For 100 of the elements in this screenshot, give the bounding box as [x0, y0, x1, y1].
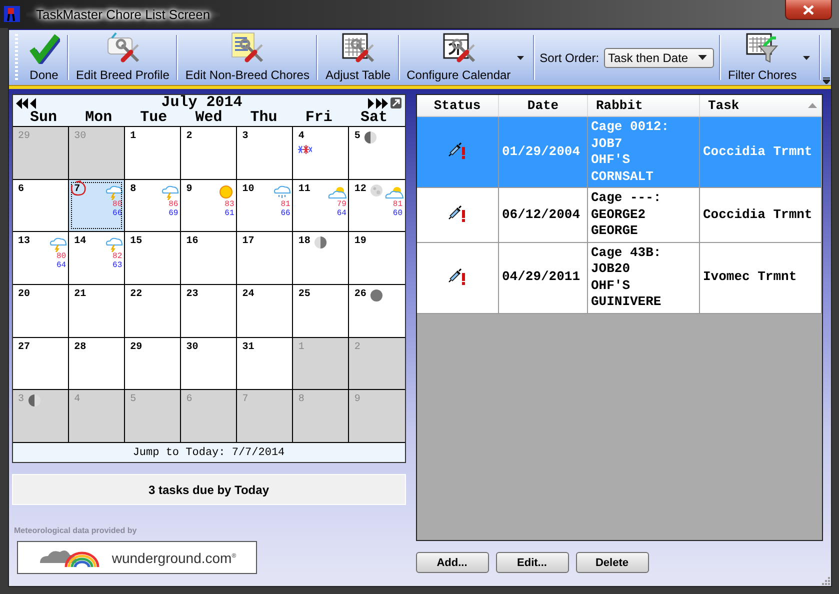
date-cell: 06/12/2004 — [498, 188, 588, 242]
day-cell[interactable]: 25 — [293, 285, 348, 337]
column-header[interactable]: Status — [416, 95, 498, 116]
day-cell[interactable]: 5 — [349, 127, 404, 179]
storm-cloud-icon — [103, 184, 124, 200]
day-number: 2 — [186, 131, 192, 142]
toolbar-button[interactable]: Edit Non-Breed Chores — [181, 30, 314, 85]
day-cell[interactable]: 23 — [181, 285, 236, 337]
day-cell[interactable]: 2 — [181, 127, 236, 179]
day-cell[interactable]: 14 82 63 — [69, 232, 124, 284]
high-temperature: 79 — [336, 200, 346, 209]
day-cell[interactable]: 13 80 64 — [13, 232, 68, 284]
column-header[interactable]: Date — [498, 95, 588, 116]
day-cell[interactable]: 15 — [125, 232, 180, 284]
day-cell[interactable]: 9 83 61 — [181, 180, 236, 232]
toolbar-button[interactable]: Edit Breed Profile — [72, 30, 174, 85]
low-temperature: 63 — [112, 261, 122, 270]
day-cell[interactable]: 21 — [69, 285, 124, 337]
day-cell[interactable]: 24 — [237, 285, 292, 337]
dropdown-caret-icon[interactable] — [698, 55, 708, 60]
high-temperature: 80 — [56, 252, 66, 262]
close-icon — [803, 4, 814, 14]
task-row[interactable]: 06/12/2004 Cage ---: GEORGE2 GEORGE Coccidia Trmnt — [416, 188, 822, 242]
day-cell[interactable]: 6 — [13, 180, 68, 232]
toolbar-button[interactable]: Filter Chores — [724, 30, 801, 85]
storm-cloud-icon — [103, 236, 124, 252]
action-button[interactable]: Edit... — [496, 552, 568, 573]
right-arrow-icon[interactable] — [368, 98, 374, 108]
day-cell[interactable]: 3 — [237, 127, 292, 179]
day-number: 7 — [74, 184, 80, 195]
day-cell[interactable]: 11 79 64 — [293, 180, 348, 232]
day-number: 17 — [242, 236, 254, 248]
weather-logo[interactable]: wunderground.com$^{®}$ — [17, 541, 257, 574]
tasks-due-summary: 3 tasks due by Today — [148, 482, 269, 496]
day-cell[interactable]: 30 — [181, 338, 236, 390]
low-temperature: 69 — [168, 208, 178, 218]
day-number: 5 — [130, 394, 136, 406]
sort-dropdown[interactable]: Task then Date — [604, 48, 714, 68]
day-cell[interactable]: 4 — [293, 127, 348, 179]
column-header[interactable]: Task — [700, 95, 822, 116]
day-cell[interactable]: 28 — [69, 338, 124, 390]
task-cell: Coccidia Trmnt — [700, 188, 822, 242]
day-cell[interactable]: 26 — [349, 285, 404, 337]
day-cell[interactable]: 1 — [125, 127, 180, 179]
day-number: 21 — [74, 289, 86, 300]
popout-icon[interactable] — [390, 97, 402, 109]
caret-icon[interactable] — [802, 56, 810, 60]
caret-icon[interactable] — [516, 56, 524, 60]
weekday-label: Sat — [359, 110, 388, 126]
resize-grip-icon[interactable] — [821, 576, 830, 585]
low-temperature: 60 — [392, 208, 402, 218]
grid-funnel-icon — [744, 32, 780, 64]
day-number: 9 — [186, 184, 192, 195]
low-temperature: 61 — [224, 208, 234, 218]
day-number: 23 — [186, 289, 198, 300]
double-right-arrow-icon[interactable] — [376, 98, 388, 108]
double-left-arrow-icon[interactable] — [16, 98, 28, 108]
day-cell[interactable]: 27 — [13, 338, 68, 390]
action-button[interactable]: Delete — [576, 552, 648, 573]
toolbar-button[interactable]: Adjust Table — [321, 30, 395, 85]
half-moon-icon — [314, 236, 328, 250]
day-number: 28 — [74, 342, 86, 353]
day-number: 26 — [354, 289, 366, 300]
action-button[interactable]: Add... — [416, 552, 488, 573]
left-arrow-icon[interactable] — [30, 98, 36, 108]
day-number: 30 — [74, 131, 86, 142]
notepad-tools-icon — [229, 32, 266, 64]
day-cell[interactable]: 12 81 60 — [349, 180, 404, 232]
overflow-chevron-icon[interactable] — [823, 77, 830, 84]
month-title: July 2014 — [160, 96, 244, 110]
day-cell[interactable]: 22 — [125, 285, 180, 337]
low-temperature: 66 — [280, 208, 290, 218]
day-cell[interactable]: 10 81 66 — [237, 180, 292, 232]
day-number: 7 — [242, 394, 248, 406]
full-moon-icon — [370, 184, 384, 197]
sort-label: Sort Order: — [540, 50, 600, 64]
weekday-label: Wed — [195, 110, 224, 126]
day-cell[interactable]: 29 — [125, 338, 180, 390]
day-number: 3 — [18, 394, 24, 406]
day-number: 4 — [298, 131, 304, 142]
day-number: 16 — [186, 236, 198, 248]
half-moon-icon — [364, 131, 378, 144]
day-number: 4 — [74, 394, 80, 406]
low-temperature: 64 — [56, 261, 66, 270]
column-header[interactable]: Rabbit — [588, 95, 700, 116]
close-button[interactable] — [785, 0, 832, 20]
task-cell: Ivomec Trmnt — [700, 242, 822, 313]
day-cell[interactable]: 17 — [237, 232, 292, 284]
day-cell[interactable]: 16 — [181, 232, 236, 284]
day-cell[interactable]: 31 — [237, 338, 292, 390]
day-number: 6 — [18, 184, 24, 195]
day-number: 30 — [186, 342, 198, 353]
toolbar-button[interactable]: Done — [24, 30, 64, 85]
high-temperature: 81 — [392, 200, 402, 209]
day-cell[interactable]: 19 — [349, 232, 404, 284]
toolbar-button[interactable]: Configure Calendar — [402, 30, 515, 85]
new-moon-icon — [370, 289, 384, 302]
day-cell[interactable]: 20 — [13, 285, 68, 337]
day-cell[interactable]: 8 86 69 — [125, 180, 180, 232]
day-cell[interactable]: 18 — [293, 232, 348, 284]
